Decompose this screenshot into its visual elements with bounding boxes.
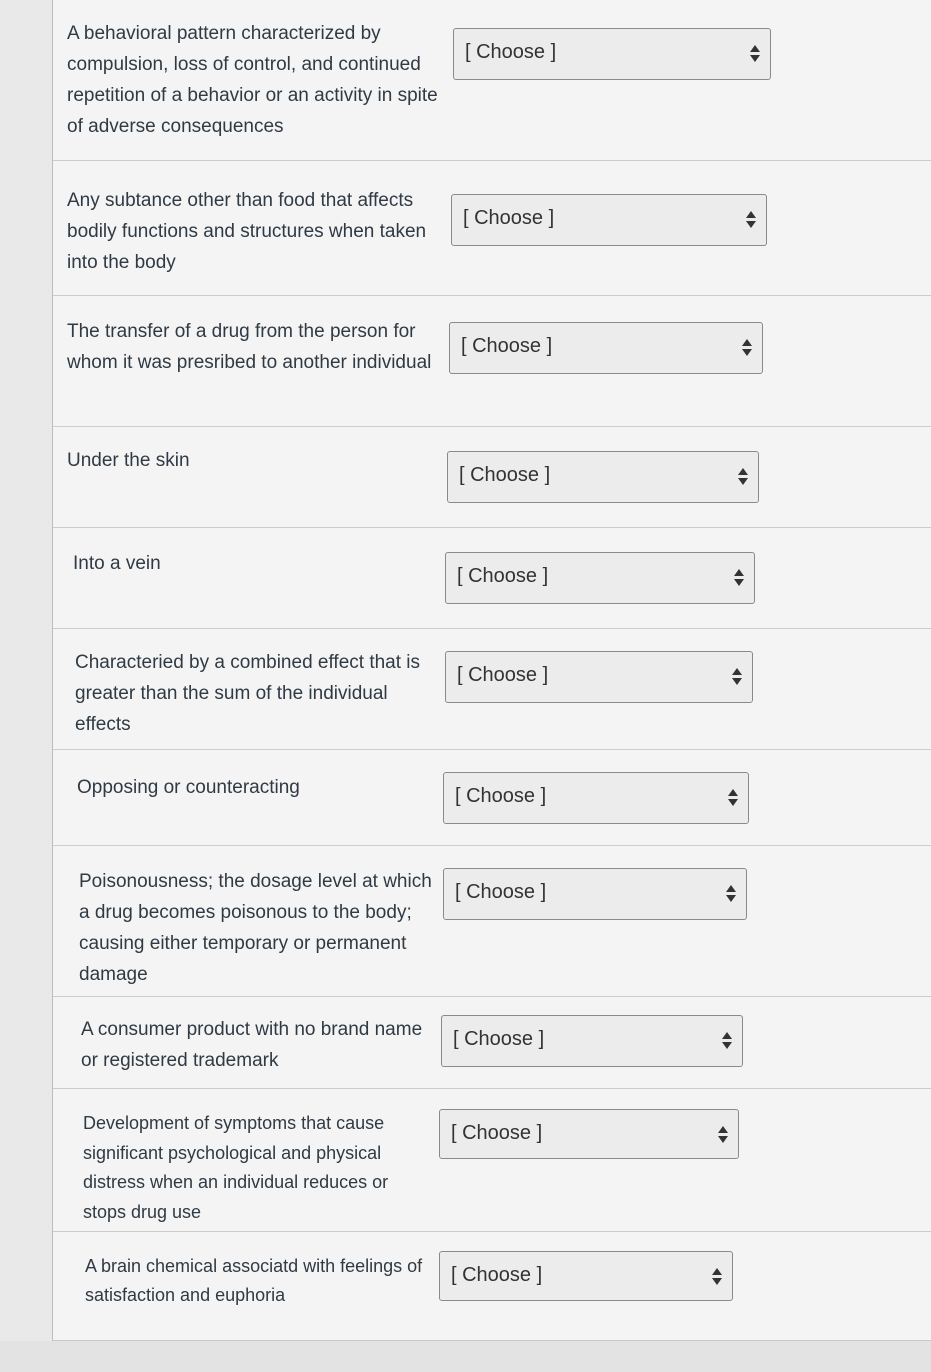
- answer-dropdown[interactable]: [ Choose ]: [439, 1251, 733, 1301]
- answer-dropdown[interactable]: [ Choose ]: [445, 552, 755, 604]
- sort-arrows-icon: [728, 788, 738, 808]
- match-prompt: The transfer of a drug from the person f…: [67, 321, 432, 373]
- sort-arrows-icon: [732, 667, 742, 687]
- match-row: The transfer of a drug from the person f…: [53, 296, 931, 427]
- match-prompt: A behavioral pattern characterized by co…: [67, 23, 438, 137]
- sort-arrows-icon: [738, 467, 748, 487]
- dropdown-value: [ Choose ]: [455, 881, 547, 903]
- match-row: Characteried by a combined effect that i…: [53, 629, 931, 750]
- match-row: Under the skin [ Choose ]: [53, 427, 931, 528]
- match-row: Poisonousness; the dosage level at which…: [53, 846, 931, 997]
- dropdown-value: [ Choose ]: [457, 565, 549, 587]
- dropdown-value: [ Choose ]: [465, 41, 557, 63]
- sort-arrows-icon: [718, 1125, 728, 1145]
- answer-dropdown[interactable]: [ Choose ]: [451, 194, 767, 246]
- match-row: A behavioral pattern characterized by co…: [53, 0, 931, 161]
- match-prompt: Development of symptoms that cause signi…: [83, 1113, 389, 1222]
- answer-dropdown[interactable]: [ Choose ]: [439, 1109, 739, 1159]
- page-bottom-area: [0, 1341, 931, 1372]
- match-row: Development of symptoms that cause signi…: [53, 1089, 931, 1232]
- match-prompt: Poisonousness; the dosage level at which…: [79, 871, 432, 985]
- sort-arrows-icon: [712, 1267, 722, 1287]
- answer-dropdown[interactable]: [ Choose ]: [443, 868, 747, 920]
- dropdown-value: [ Choose ]: [459, 464, 551, 486]
- dropdown-value: [ Choose ]: [453, 1028, 545, 1050]
- match-row: A brain chemical associatd with feelings…: [53, 1232, 931, 1340]
- dropdown-value: [ Choose ]: [461, 335, 553, 357]
- match-prompt: Opposing or counteracting: [77, 777, 300, 798]
- answer-dropdown[interactable]: [ Choose ]: [453, 28, 771, 80]
- match-prompt: A brain chemical associatd with feelings…: [85, 1256, 423, 1305]
- match-prompt: A consumer product with no brand name or…: [81, 1019, 423, 1071]
- match-prompt: Into a vein: [73, 553, 161, 574]
- match-row: Any subtance other than food that affect…: [53, 161, 931, 296]
- answer-dropdown[interactable]: [ Choose ]: [443, 772, 749, 824]
- match-row: Opposing or counteracting [ Choose ]: [53, 750, 931, 846]
- sort-arrows-icon: [734, 568, 744, 588]
- match-prompt: Under the skin: [67, 450, 190, 471]
- sort-arrows-icon: [746, 210, 756, 230]
- answer-dropdown[interactable]: [ Choose ]: [445, 651, 753, 703]
- match-prompt: Characteried by a combined effect that i…: [75, 652, 421, 735]
- sort-arrows-icon: [722, 1031, 732, 1051]
- dropdown-value: [ Choose ]: [451, 1264, 543, 1286]
- dropdown-value: [ Choose ]: [457, 664, 549, 686]
- dropdown-value: [ Choose ]: [451, 1122, 543, 1144]
- sort-arrows-icon: [742, 338, 752, 358]
- dropdown-value: [ Choose ]: [455, 785, 547, 807]
- sort-arrows-icon: [726, 884, 736, 904]
- sort-arrows-icon: [750, 44, 760, 64]
- match-row: A consumer product with no brand name or…: [53, 997, 931, 1089]
- match-row: Into a vein [ Choose ]: [53, 528, 931, 629]
- dropdown-value: [ Choose ]: [463, 207, 555, 229]
- answer-dropdown[interactable]: [ Choose ]: [441, 1015, 743, 1067]
- answer-dropdown[interactable]: [ Choose ]: [447, 451, 759, 503]
- answer-dropdown[interactable]: [ Choose ]: [449, 322, 763, 374]
- matching-question-panel: A behavioral pattern characterized by co…: [52, 0, 931, 1341]
- match-prompt: Any subtance other than food that affect…: [67, 190, 427, 273]
